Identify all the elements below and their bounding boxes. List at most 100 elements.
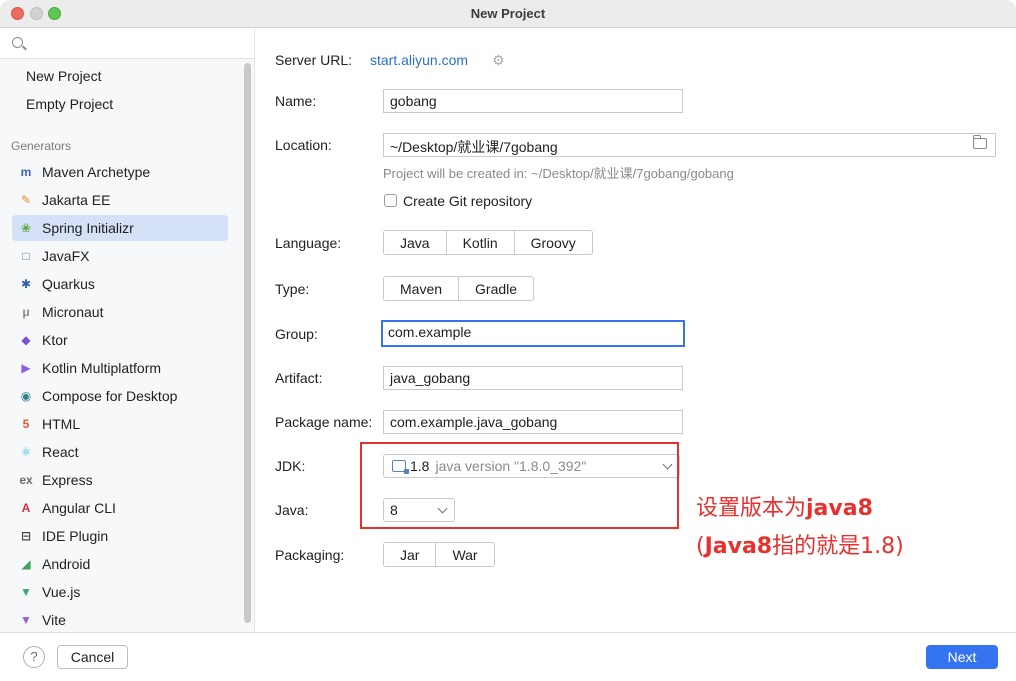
plugin-icon: ⊟ (20, 529, 32, 543)
javafx-icon: □ (22, 249, 30, 263)
group-label: Group: (275, 326, 318, 342)
language-option-java[interactable]: Java (384, 231, 446, 254)
sidebar-item-generator[interactable]: ◆ Ktor (12, 327, 228, 353)
quarkus-icon: ✱ (20, 277, 32, 291)
sidebar-item-generator[interactable]: 5 HTML (12, 411, 228, 437)
packaging-option-war[interactable]: War (435, 543, 493, 566)
sidebar-item-label: New Project (26, 68, 102, 84)
sidebar-item-generator[interactable]: ◢ Android (12, 551, 228, 577)
packaging-option-jar[interactable]: Jar (384, 543, 436, 566)
sidebar-item-generator[interactable]: μ Micronaut (12, 299, 228, 325)
html-icon: 5 (22, 417, 30, 431)
language-selector: Java Kotlin Groovy (383, 230, 593, 255)
sidebar-item-label: Empty Project (26, 96, 114, 112)
gear-icon[interactable]: ⚙ (492, 53, 506, 67)
annotation-highlight-box (360, 442, 679, 529)
new-project-window: New Project New Project Empty Project Ge… (0, 0, 1016, 681)
package-name-field[interactable]: com.example.java_gobang (383, 410, 683, 434)
ktor-icon: ◆ (21, 333, 31, 347)
annotation-bold-text: java8 (806, 496, 873, 521)
sidebar-item-generator[interactable]: m Maven Archetype (12, 159, 228, 185)
sidebar-item-label: Express (42, 472, 93, 488)
name-label: Name: (275, 93, 317, 109)
sidebar-item-generator[interactable]: ex Express (12, 467, 228, 493)
sidebar-item-generator[interactable]: ✎ Jakarta EE (12, 187, 228, 213)
annotation-text: ( (696, 534, 705, 559)
java-label: Java: (275, 502, 309, 518)
sidebar-item-label: Jakarta EE (42, 192, 111, 208)
sidebar-item-generator[interactable]: A Angular CLI (12, 495, 228, 521)
annotation-line-1: 设置版本为java8 (696, 490, 873, 522)
sidebar-item-generator[interactable]: ✱ Quarkus (12, 271, 228, 297)
type-option-gradle[interactable]: Gradle (458, 277, 533, 300)
help-icon[interactable]: ? (23, 646, 45, 668)
jdk-label: JDK: (275, 458, 306, 474)
sidebar-item-generator[interactable]: □ JavaFX (12, 243, 228, 269)
kotlin-icon: ▶ (21, 361, 31, 375)
server-url-label: Server URL: (275, 52, 353, 68)
sidebar-item-label: Micronaut (42, 304, 104, 320)
sidebar-item-generator[interactable]: ▼ Vite (12, 607, 228, 633)
title-bar: New Project (0, 0, 1016, 28)
jakarta-icon: ✎ (20, 193, 32, 207)
sidebar-item-generator[interactable]: ◉ Compose for Desktop (12, 383, 228, 409)
packaging-label: Packaging: (275, 547, 345, 563)
generators-section-label: Generators (11, 139, 72, 153)
annotation-text: 指的就是1.8) (772, 534, 904, 559)
compose-icon: ◉ (20, 389, 32, 403)
sidebar-item-generator[interactable]: ▶ Kotlin Multiplatform (12, 355, 228, 381)
search-icon (12, 37, 23, 48)
annotation-text: 设置版本为 (696, 496, 807, 521)
search-input[interactable] (30, 33, 240, 55)
sidebar-scrollbar[interactable] (244, 63, 251, 623)
sidebar-item-label: React (42, 444, 79, 460)
vue-icon: ▼ (20, 585, 32, 599)
location-field[interactable]: ~/Desktop/就业课/7gobang (383, 133, 996, 157)
next-button[interactable]: Next (926, 645, 998, 669)
sidebar-item-label: IDE Plugin (42, 528, 109, 544)
artifact-field[interactable]: java_gobang (383, 366, 683, 390)
language-label: Language: (275, 235, 342, 251)
packaging-selector: Jar War (383, 542, 495, 567)
sidebar-item-label: JavaFX (42, 248, 90, 264)
type-selector: Maven Gradle (383, 276, 535, 301)
sidebar-item-generator[interactable]: ❀ Spring Initializr (12, 215, 228, 241)
language-option-kotlin[interactable]: Kotlin (445, 231, 514, 254)
sidebar-item-new-project[interactable]: New Project (12, 63, 228, 89)
folder-icon[interactable] (973, 135, 987, 149)
android-icon: ◢ (21, 557, 31, 571)
sidebar-item-label: Spring Initializr (42, 220, 134, 236)
vite-icon: ▼ (20, 613, 32, 627)
language-option-groovy[interactable]: Groovy (513, 231, 592, 254)
sidebar-item-label: Android (42, 556, 91, 572)
location-label: Location: (275, 137, 332, 153)
sidebar-item-generator[interactable]: ⊟ IDE Plugin (12, 523, 228, 549)
sidebar-item-empty-project[interactable]: Empty Project (12, 91, 228, 117)
location-value: ~/Desktop/就业课/7gobang (390, 139, 558, 155)
git-checkbox[interactable] (384, 194, 397, 207)
sidebar-search (0, 29, 254, 59)
group-field[interactable]: com.example (381, 320, 685, 347)
sidebar-item-label: Kotlin Multiplatform (42, 360, 162, 376)
type-label: Type: (275, 281, 310, 297)
type-option-maven[interactable]: Maven (384, 277, 459, 300)
sidebar-item-label: Maven Archetype (42, 164, 151, 180)
react-icon: ⚛ (20, 445, 32, 459)
server-url-link[interactable]: start.aliyun.com (370, 52, 468, 68)
name-field[interactable]: gobang (383, 89, 683, 113)
sidebar-item-label: Vite (42, 612, 66, 628)
annotation-bold-text: Java8 (704, 534, 773, 559)
maven-icon: m (20, 165, 32, 179)
dialog-footer: ? Cancel Next (0, 632, 1016, 681)
sidebar-item-generator[interactable]: ⚛ React (12, 439, 228, 465)
cancel-button[interactable]: Cancel (57, 645, 128, 669)
micronaut-icon: μ (22, 305, 30, 319)
sidebar-item-label: Compose for Desktop (42, 388, 178, 404)
sidebar-item-generator[interactable]: ▼ Vue.js (12, 579, 228, 605)
angular-icon: A (21, 501, 31, 515)
annotation-line-2: (Java8指的就是1.8) (696, 528, 904, 560)
sidebar: New Project Empty Project Generators m Ma… (0, 29, 255, 632)
spring-icon: ❀ (20, 221, 32, 235)
express-icon: ex (19, 473, 33, 487)
package-name-label: Package name: (275, 414, 373, 430)
